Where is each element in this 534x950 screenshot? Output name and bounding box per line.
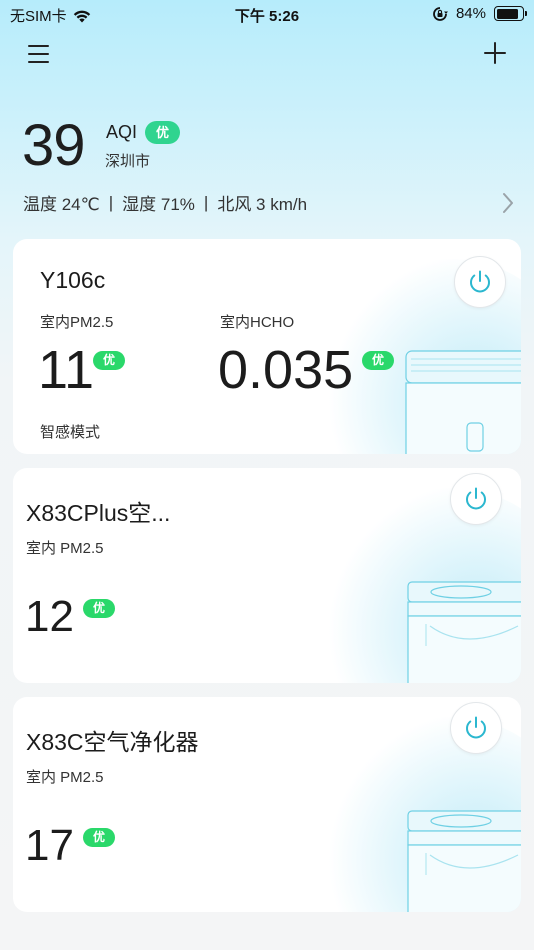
purifier-image — [407, 581, 521, 683]
divider: | — [203, 192, 209, 212]
plus-icon — [484, 42, 506, 64]
divider: | — [108, 192, 114, 212]
device-mode: 智感模式 — [40, 424, 101, 441]
purifier-image — [407, 810, 521, 912]
purifier-image — [405, 350, 521, 454]
aqi-level-badge: 优 — [145, 121, 181, 144]
power-button[interactable] — [454, 256, 506, 308]
metric-value: 12 — [25, 592, 74, 641]
metric-level-badge: 优 — [93, 351, 126, 370]
city-name: 深圳市 — [105, 153, 151, 170]
battery-level — [496, 8, 518, 19]
metric-level-badge: 优 — [83, 599, 116, 618]
weather-details[interactable]: 温度 24℃ | 湿度 71% | 北风 3 km/h — [23, 190, 307, 215]
metric-label: 室内HCHO — [220, 314, 295, 331]
power-icon — [466, 716, 486, 739]
device-card[interactable]: X83C空气净化器 室内 PM2.5 17 优 — [13, 697, 521, 912]
metric-value: 0.035 — [218, 340, 354, 400]
temperature: 温度 24℃ — [23, 195, 100, 214]
metric-label: 室内 PM2.5 — [26, 769, 104, 786]
power-icon — [466, 487, 486, 510]
status-bar: 无SIM卡 下午 5:26 84% — [0, 0, 534, 30]
add-device-button[interactable] — [482, 40, 508, 66]
metric-label: 室内 PM2.5 — [26, 540, 104, 557]
power-button[interactable] — [450, 473, 502, 525]
device-card[interactable]: X83CPlus空... 室内 PM2.5 12 优 — [13, 468, 521, 683]
weather-detail-button[interactable] — [502, 192, 514, 219]
battery-icon — [494, 6, 527, 21]
metric-level-badge: 优 — [362, 351, 395, 370]
power-button[interactable] — [450, 702, 502, 754]
device-card[interactable]: Y106c 室内PM2.5 11 优 室内HCHO 0.035 优 智感模式 — [13, 239, 521, 454]
device-name: Y106c — [40, 267, 106, 293]
chevron-right-icon — [503, 193, 513, 213]
humidity: 湿度 71% — [122, 195, 195, 214]
rotation-lock-icon — [433, 6, 448, 21]
device-name: X83C空气净化器 — [26, 729, 199, 755]
metric-label: 室内PM2.5 — [40, 314, 114, 331]
metric-level-badge: 优 — [83, 828, 116, 847]
device-name: X83CPlus空... — [26, 500, 171, 526]
status-right: 84% — [432, 5, 527, 22]
metric-value: 11 — [38, 340, 95, 400]
menu-button[interactable] — [26, 42, 52, 66]
metric-value: 17 — [25, 821, 74, 870]
aqi-value: 39 — [22, 113, 86, 178]
menu-icon — [28, 45, 49, 63]
aqi-label: AQI — [106, 122, 138, 142]
power-icon — [470, 270, 490, 293]
wind: 北风 3 km/h — [217, 195, 308, 214]
battery-percent: 84% — [455, 5, 486, 22]
